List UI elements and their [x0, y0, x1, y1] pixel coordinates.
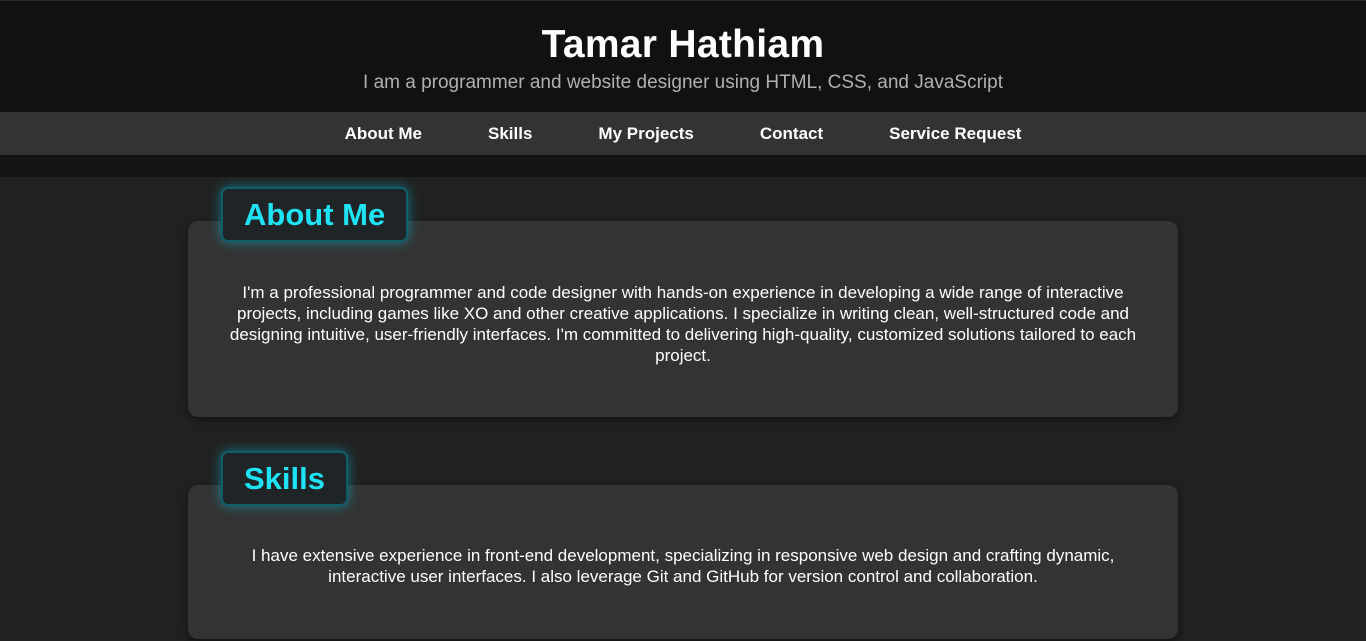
main-nav: About Me Skills My Projects Contact Serv…	[0, 112, 1366, 155]
skills-section-card: I have extensive experience in front-end…	[188, 485, 1178, 639]
site-title: Tamar Hathiam	[541, 23, 825, 66]
nav-link-skills[interactable]: Skills	[488, 112, 532, 155]
site-header: Tamar Hathiam I am a programmer and webs…	[0, 0, 1366, 112]
nav-link-contact[interactable]: Contact	[760, 112, 823, 155]
nav-link-my-projects[interactable]: My Projects	[598, 112, 693, 155]
nav-link-about-me[interactable]: About Me	[345, 112, 422, 155]
skills-section-title: Skills	[221, 451, 348, 506]
site-subtitle: I am a programmer and website designer u…	[363, 72, 1003, 93]
nav-link-service-request[interactable]: Service Request	[889, 112, 1021, 155]
main-content: About Me I'm a professional programmer a…	[188, 177, 1178, 639]
about-section-card: I'm a professional programmer and code d…	[188, 221, 1178, 417]
about-section: About Me I'm a professional programmer a…	[188, 177, 1178, 417]
about-section-text: I'm a professional programmer and code d…	[229, 283, 1137, 365]
skills-section-text: I have extensive experience in front-end…	[251, 546, 1115, 586]
about-section-title: About Me	[221, 187, 409, 242]
skills-section: Skills I have extensive experience in fr…	[188, 441, 1178, 639]
nav-divider-strip	[0, 155, 1366, 177]
